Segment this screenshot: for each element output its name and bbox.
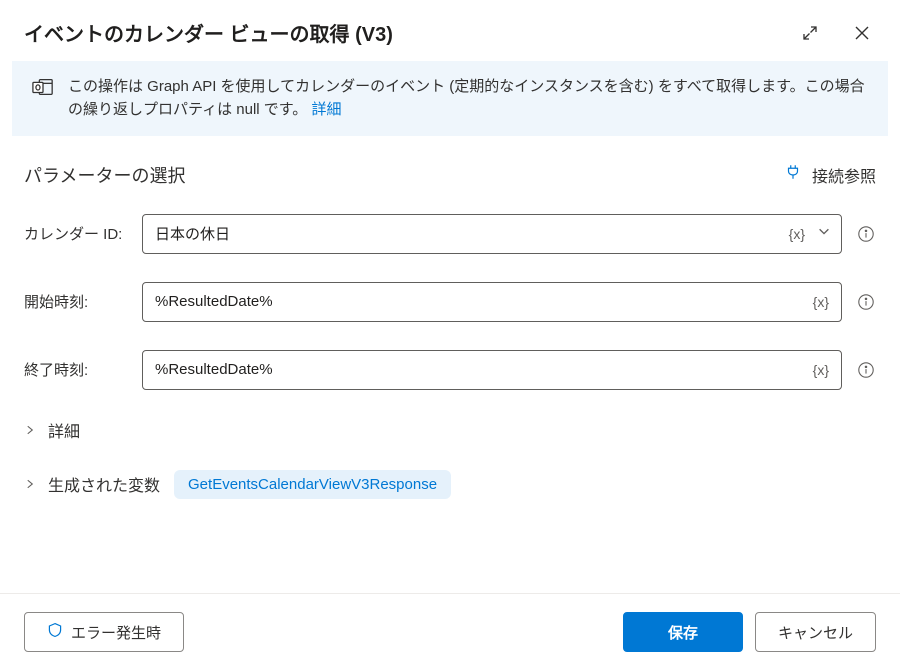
calendar-id-field[interactable]: {x}	[142, 214, 842, 254]
calendar-id-label: カレンダー ID:	[24, 223, 128, 244]
start-time-label: 開始時刻:	[24, 291, 128, 312]
start-time-field[interactable]: {x}	[142, 282, 842, 322]
connection-reference-link[interactable]: 接続参照	[784, 163, 876, 187]
chevron-right-icon	[24, 478, 38, 490]
variable-token-icon[interactable]: {x}	[809, 362, 833, 378]
variable-token-icon[interactable]: {x}	[809, 294, 833, 310]
shield-icon	[47, 622, 63, 642]
generated-variable-pill[interactable]: GetEventsCalendarViewV3Response	[174, 470, 451, 499]
dialog-title: イベントのカレンダー ビューの取得 (V3)	[24, 18, 393, 47]
info-icon[interactable]	[856, 224, 876, 244]
chevron-right-icon	[24, 424, 38, 436]
calendar-id-input[interactable]	[155, 225, 779, 242]
end-time-field[interactable]: {x}	[142, 350, 842, 390]
start-time-input[interactable]	[155, 293, 803, 310]
info-banner: この操作は Graph API を使用してカレンダーのイベント (定期的なインス…	[12, 61, 888, 136]
section-heading: パラメーターの選択	[24, 162, 185, 188]
info-icon[interactable]	[856, 360, 876, 380]
generated-variables-expander[interactable]: 生成された変数 GetEventsCalendarViewV3Response	[0, 456, 900, 513]
on-error-button[interactable]: エラー発生時	[24, 612, 184, 652]
banner-text: この操作は Graph API を使用してカレンダーのイベント (定期的なインス…	[68, 75, 868, 122]
end-time-label: 終了時刻:	[24, 359, 128, 380]
chevron-down-icon[interactable]	[815, 224, 833, 243]
connection-reference-label: 接続参照	[812, 163, 876, 187]
end-time-input[interactable]	[155, 361, 803, 378]
cancel-button[interactable]: キャンセル	[755, 612, 876, 652]
save-button[interactable]: 保存	[623, 612, 743, 652]
variable-token-icon[interactable]: {x}	[785, 226, 809, 242]
advanced-expander[interactable]: 詳細	[0, 404, 900, 456]
outlook-icon	[32, 76, 54, 98]
plug-icon	[784, 163, 802, 186]
close-icon[interactable]	[848, 19, 876, 47]
advanced-label: 詳細	[48, 418, 80, 442]
info-icon[interactable]	[856, 292, 876, 312]
expand-icon[interactable]	[796, 19, 824, 47]
banner-learn-more-link[interactable]: 詳細	[311, 101, 341, 118]
generated-variables-label: 生成された変数	[48, 472, 160, 496]
